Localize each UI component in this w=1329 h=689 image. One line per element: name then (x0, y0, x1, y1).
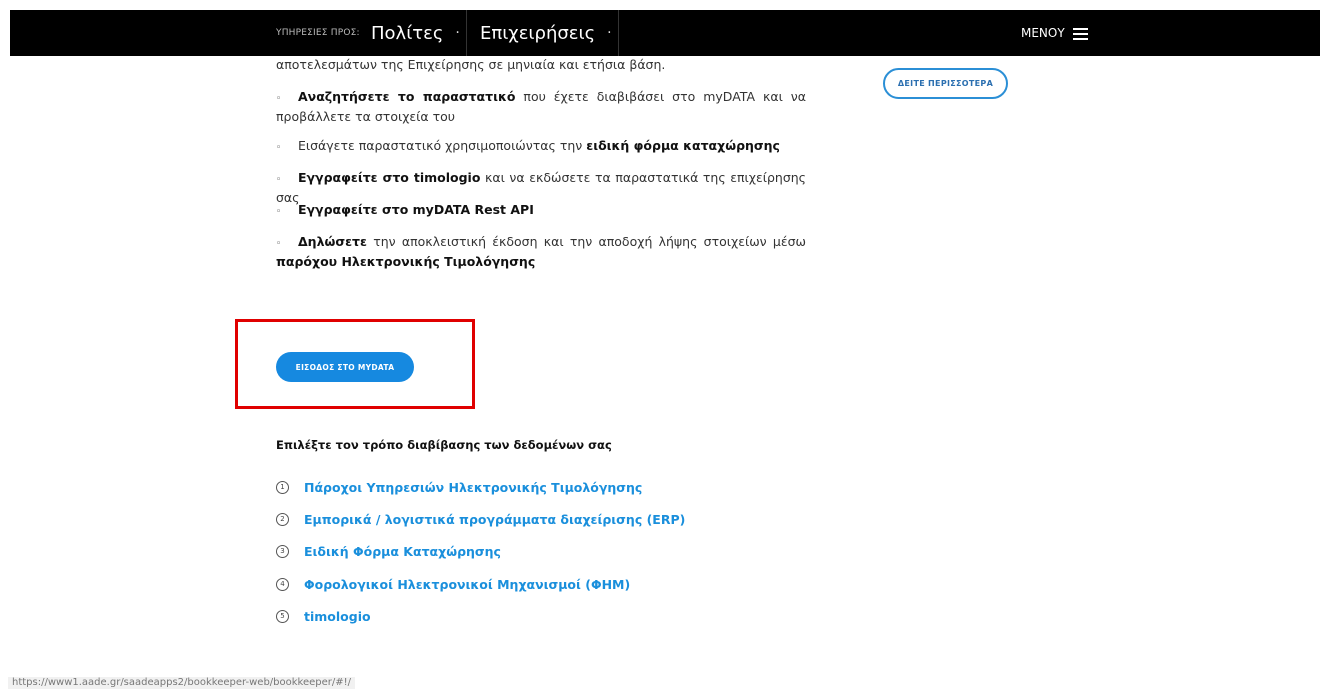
list-item-text: Εισάγετε παραστατικό χρησιμοποιώντας την (298, 138, 587, 153)
option-number-icon: 5 (276, 609, 289, 623)
bullet-icon: ◦ (276, 207, 282, 217)
hamburger-icon (1072, 27, 1088, 40)
top-navigation-bar: ΥΠΗΡΕΣΙΕΣ ΠΡΟΣ: Πολίτες · Επιχειρήσεις ·… (10, 10, 1320, 56)
mydata-login-button[interactable]: ΕΙΣΟΔΟΣ ΣΤΟ MYDATA (276, 352, 414, 382)
option-number-icon: 3 (276, 544, 289, 558)
list-item: ◦ Εισάγετε παραστατικό χρησιμοποιώντας τη… (276, 137, 806, 157)
list-item-bold: Εγγραφείτε στο myDATA Rest API (298, 202, 534, 217)
content-line-intro: αποτελεσμάτων της Επιχείρησης σε μηνιαία… (276, 57, 666, 72)
nav-businesses[interactable]: Επιχειρήσεις · (480, 10, 612, 56)
choose-method-heading: Επιλέξτε τον τρόπο διαβίβασης των δεδομέ… (276, 438, 612, 452)
option-number-icon: 2 (276, 512, 289, 526)
nav-citizens-label: Πολίτες (371, 22, 444, 44)
option-link[interactable]: Ειδική Φόρμα Καταχώρησης (304, 544, 501, 559)
option-link[interactable]: Εμπορικά / λογιστικά προγράμματα διαχείρ… (304, 512, 685, 527)
option-item: 4 Φορολογικοί Ηλεκτρονικοί Μηχανισμοί (Φ… (276, 574, 630, 594)
see-more-button[interactable]: ΔΕΙΤΕ ΠΕΡΙΣΣΟΤΕΡΑ (883, 68, 1008, 99)
menu-button[interactable]: ΜΕΝΟΥ (1021, 10, 1088, 56)
services-for-label: ΥΠΗΡΕΣΙΕΣ ΠΡΟΣ: (276, 28, 360, 38)
list-item-bold: Εγγραφείτε στο timologio (298, 170, 481, 185)
nav-businesses-label: Επιχειρήσεις (480, 22, 596, 44)
list-item-bold: παρόχου Ηλεκτρονικής Τιμολόγησης (276, 254, 536, 269)
option-item: 5 timologio (276, 606, 371, 626)
list-item-text: την αποκλειστική έκδοση και την αποδοχή … (366, 234, 806, 249)
chevron-down-icon: · (607, 25, 612, 41)
menu-label: ΜΕΝΟΥ (1021, 26, 1065, 40)
option-item: 3 Ειδική Φόρμα Καταχώρησης (276, 541, 501, 561)
list-item: ◦ Δηλώσετε την αποκλειστική έκδοση και τη… (276, 233, 806, 270)
list-item: ◦ Εγγραφείτε στο myDATA Rest API (276, 201, 806, 221)
option-item: 2 Εμπορικά / λογιστικά προγράμματα διαχε… (276, 509, 685, 529)
option-link[interactable]: timologio (304, 609, 371, 624)
bullet-icon: ◦ (276, 94, 282, 104)
list-item-bold: Δηλώσετε (298, 234, 367, 249)
option-number-icon: 4 (276, 577, 289, 591)
nav-citizens[interactable]: Πολίτες · (371, 10, 460, 56)
bullet-icon: ◦ (276, 175, 282, 185)
chevron-down-icon: · (455, 25, 460, 41)
option-item: 1 Πάροχοι Υπηρεσιών Ηλεκτρονικής Τιμολόγ… (276, 477, 642, 497)
list-item-bold: ειδική φόρμα καταχώρησης (586, 138, 780, 153)
bullet-icon: ◦ (276, 239, 282, 249)
status-bar-url: https://www1.aade.gr/saadeapps2/bookkeep… (8, 677, 356, 689)
list-item-bold: Αναζητήσετε το παραστατικό (298, 89, 516, 104)
option-number-icon: 1 (276, 480, 289, 494)
nav-divider (618, 10, 619, 56)
bullet-icon: ◦ (276, 143, 282, 153)
option-link[interactable]: Πάροχοι Υπηρεσιών Ηλεκτρονικής Τιμολόγησ… (304, 480, 642, 495)
list-item: ◦ Αναζητήσετε το παραστατικό που έχετε δι… (276, 88, 806, 125)
nav-divider (466, 10, 467, 56)
option-link[interactable]: Φορολογικοί Ηλεκτρονικοί Μηχανισμοί (ΦΗΜ… (304, 577, 630, 592)
